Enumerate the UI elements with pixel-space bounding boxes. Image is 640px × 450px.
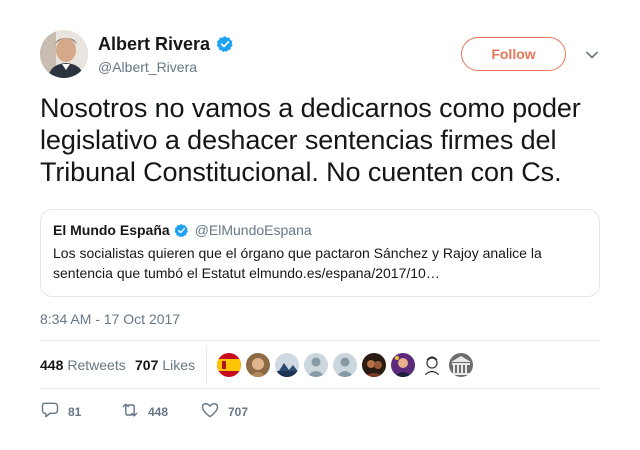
tweet-text: Nosotros no vamos a dedicarnos como pode…: [40, 93, 581, 187]
stats-divider: [206, 346, 207, 384]
author-name[interactable]: Albert Rivera: [98, 33, 210, 55]
retweets-stat[interactable]: 448 Retweets: [40, 357, 126, 373]
quoted-tweet-header: El Mundo España @ElMundoEspana: [53, 222, 587, 238]
like-button[interactable]: 707: [200, 400, 248, 423]
liker-avatar[interactable]: [304, 353, 328, 377]
retweet-icon: [120, 400, 140, 423]
tweet-actions: 81 448 707: [40, 400, 600, 420]
quoted-tweet-text: Los socialistas quieren que el órgano qu…: [53, 245, 542, 281]
liker-avatars: [217, 353, 473, 377]
likes-stat-label: Likes: [162, 357, 196, 373]
follow-button[interactable]: Follow: [461, 37, 566, 71]
reply-icon: [40, 400, 60, 423]
like-count: 707: [228, 404, 249, 419]
liker-avatar[interactable]: [391, 353, 415, 377]
retweets-stat-count: 448: [40, 357, 64, 373]
retweets-stat-label: Retweets: [67, 357, 126, 373]
likes-stat-count: 707: [135, 357, 159, 373]
liker-avatar[interactable]: [275, 353, 299, 377]
chevron-down-icon[interactable]: [585, 48, 599, 62]
liker-avatar[interactable]: [217, 353, 241, 377]
liker-avatar[interactable]: [449, 353, 473, 377]
quoted-author-handle: @ElMundoEspana: [194, 222, 312, 238]
author-info: Albert Rivera @Albert_Rivera: [98, 33, 234, 75]
verified-badge-icon: [174, 223, 189, 238]
liker-avatar[interactable]: [246, 353, 270, 377]
liker-avatar[interactable]: [420, 353, 444, 377]
heart-icon: [200, 400, 220, 423]
author-handle[interactable]: @Albert_Rivera: [98, 59, 234, 75]
likes-stat[interactable]: 707 Likes: [135, 357, 195, 373]
author-avatar[interactable]: [40, 30, 88, 78]
liker-avatar[interactable]: [362, 353, 386, 377]
retweet-button[interactable]: 448: [120, 400, 168, 423]
reply-count: 81: [68, 404, 82, 419]
quoted-author-name: El Mundo España: [53, 222, 170, 238]
tweet-timestamp[interactable]: 8:34 AM - 17 Oct 2017: [40, 311, 180, 327]
tweet-stats: 448 Retweets 707 Likes: [40, 340, 600, 389]
quoted-tweet[interactable]: El Mundo España @ElMundoEspana Los socia…: [40, 209, 600, 297]
reply-button[interactable]: 81: [40, 400, 81, 423]
liker-avatar[interactable]: [333, 353, 357, 377]
verified-badge-icon: [216, 35, 234, 53]
retweet-count: 448: [148, 404, 169, 419]
tweet-header: Albert Rivera @Albert_Rivera Follow: [40, 30, 600, 80]
